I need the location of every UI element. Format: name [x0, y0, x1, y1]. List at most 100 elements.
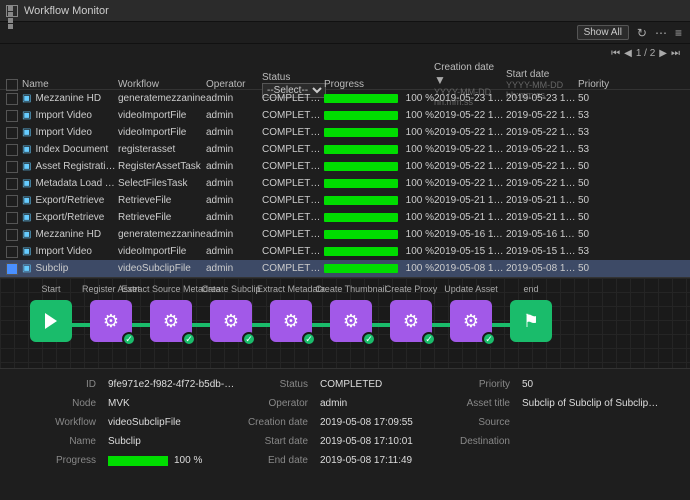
table-row[interactable]: ▣Import VideovideoImportFileadminCOMPLET… — [0, 243, 690, 260]
val-priority: 50 — [522, 379, 660, 390]
workflow-node[interactable]: end⚑ — [510, 300, 552, 342]
start-arrow-icon — [45, 313, 57, 329]
workflow-node[interactable]: Create Proxy⚙✓ — [390, 300, 432, 342]
col-start[interactable]: Start date — [506, 69, 549, 80]
table-row[interactable]: ▣Export/RetrieveRetrieveFileadminCOMPLET… — [0, 192, 690, 209]
progress-pct: 100 % — [402, 161, 434, 172]
node-label: Create Subclip — [201, 284, 260, 294]
sort-desc-icon[interactable]: ▼ — [434, 73, 446, 87]
gear-icon: ⚙ — [283, 311, 299, 332]
node-label: end — [523, 284, 538, 294]
cell-operator: admin — [206, 161, 262, 172]
col-progress[interactable]: Progress — [324, 79, 434, 90]
row-checkbox[interactable] — [6, 161, 18, 173]
cell-started: 2019-05-22 17:51:38 — [506, 110, 578, 121]
col-status[interactable]: Status — [262, 72, 324, 83]
cell-status: COMPLETED — [262, 161, 324, 172]
pager-next-icon[interactable]: ▶ — [659, 48, 667, 59]
cell-progress: 100 % — [324, 195, 434, 206]
node-label: Create Proxy — [385, 284, 438, 294]
progress-bar — [324, 247, 398, 256]
workflow-graph: Start Register Asset⚙✓ Extract Source Meta… — [0, 277, 690, 369]
cell-progress: 100 % — [324, 110, 434, 121]
progress-bar — [324, 111, 398, 120]
progress-pct: 100 % — [402, 127, 434, 138]
cell-operator: admin — [206, 212, 262, 223]
workflow-node[interactable]: Register Asset⚙✓ — [90, 300, 132, 342]
select-all-checkbox[interactable] — [6, 79, 18, 91]
item-type-icon: ▣ — [22, 161, 31, 172]
table-row[interactable]: ▣Index DocumentregisterassetadminCOMPLET… — [0, 141, 690, 158]
success-badge-icon: ✓ — [302, 332, 316, 346]
show-all-button[interactable]: Show All — [577, 25, 629, 40]
item-type-icon: ▣ — [22, 263, 31, 274]
workflow-node[interactable]: Extract Metadata⚙✓ — [270, 300, 312, 342]
cell-name: ▣Mezzanine HD — [22, 229, 118, 240]
cell-started: 2019-05-22 17:46:35 — [506, 178, 578, 189]
col-operator[interactable]: Operator — [206, 79, 262, 90]
item-type-icon: ▣ — [22, 229, 31, 240]
lbl-status: Status — [244, 379, 314, 390]
table-row[interactable]: ▣Export/RetrieveRetrieveFileadminCOMPLET… — [0, 209, 690, 226]
progress-pct: 100 % — [402, 212, 434, 223]
cell-name: ▣Mezzanine HD — [22, 93, 118, 104]
val-workflow: videoSubclipFile — [108, 417, 238, 428]
col-name[interactable]: Name — [22, 79, 118, 90]
col-creation[interactable]: Creation date — [434, 62, 494, 73]
detail-progress-bar — [108, 456, 168, 466]
table-row[interactable]: ▣Mezzanine HDgeneratemezzanineadminCOMPL… — [0, 90, 690, 107]
table-row[interactable]: ▣Asset Registration T...RegisterAssetTas… — [0, 158, 690, 175]
cell-operator: admin — [206, 246, 262, 257]
row-checkbox[interactable] — [6, 127, 18, 139]
cell-workflow: videoImportFile — [118, 246, 206, 257]
table-row[interactable]: ▣Import VideovideoImportFileadminCOMPLET… — [0, 124, 690, 141]
workflow-node[interactable]: Update Asset⚙✓ — [450, 300, 492, 342]
workflow-node[interactable]: Create Subclip⚙✓ — [210, 300, 252, 342]
gear-icon: ⚙ — [223, 311, 239, 332]
workflow-node[interactable]: Extract Source Metadata⚙✓ — [150, 300, 192, 342]
menu-icon[interactable]: ≡ — [675, 26, 682, 40]
table-row[interactable]: ▣Mezzanine HDgeneratemezzanineadminCOMPL… — [0, 226, 690, 243]
cell-status: COMPLETED — [262, 110, 324, 121]
workflow-node[interactable]: Create Thumbnail⚙✓ — [330, 300, 372, 342]
cell-name: ▣Subclip — [22, 263, 118, 274]
val-status: COMPLETED — [320, 379, 440, 390]
success-badge-icon: ✓ — [242, 332, 256, 346]
more-icon[interactable]: ⋯ — [655, 26, 667, 40]
progress-pct: 100 % — [402, 246, 434, 257]
refresh-icon[interactable]: ↻ — [637, 26, 647, 40]
cell-workflow: videoSubclipFile — [118, 263, 206, 274]
row-checkbox[interactable] — [6, 263, 18, 275]
col-priority[interactable]: Priority — [578, 79, 608, 90]
cell-started: 2019-05-15 16:51:27 — [506, 246, 578, 257]
row-checkbox[interactable] — [6, 229, 18, 241]
table-row[interactable]: ▣SubclipvideoSubclipFileadminCOMPLETED10… — [0, 260, 690, 277]
cell-workflow: videoImportFile — [118, 127, 206, 138]
row-checkbox[interactable] — [6, 144, 18, 156]
col-workflow[interactable]: Workflow — [118, 79, 206, 90]
pager-text: 1 / 2 — [636, 48, 655, 59]
pager-first-icon[interactable]: ⏮ — [611, 48, 620, 59]
row-checkbox[interactable] — [6, 212, 18, 224]
row-checkbox[interactable] — [6, 110, 18, 122]
cell-progress: 100 % — [324, 263, 434, 274]
cell-status: COMPLETED — [262, 144, 324, 155]
row-checkbox[interactable] — [6, 246, 18, 258]
cell-progress: 100 % — [324, 93, 434, 104]
app-logo — [6, 5, 18, 17]
row-checkbox[interactable] — [6, 178, 18, 190]
cell-operator: admin — [206, 229, 262, 240]
row-checkbox[interactable] — [6, 195, 18, 207]
table-row[interactable]: ▣Import VideovideoImportFileadminCOMPLET… — [0, 107, 690, 124]
val-start: 2019-05-08 17:10:01 — [320, 436, 440, 447]
row-checkbox[interactable] — [6, 93, 18, 105]
workflow-node[interactable]: Start — [30, 300, 72, 342]
pager-prev-icon[interactable]: ◀ — [624, 48, 632, 59]
progress-pct: 100 % — [402, 229, 434, 240]
cell-created: 2019-05-21 16:39:41 — [434, 195, 506, 206]
pager-last-icon[interactable]: ⏭ — [671, 48, 680, 59]
cell-status: COMPLETED — [262, 246, 324, 257]
table-row[interactable]: ▣Metadata Load TaskSelectFilesTaskadminC… — [0, 175, 690, 192]
item-type-icon: ▣ — [22, 246, 31, 257]
success-badge-icon: ✓ — [122, 332, 136, 346]
